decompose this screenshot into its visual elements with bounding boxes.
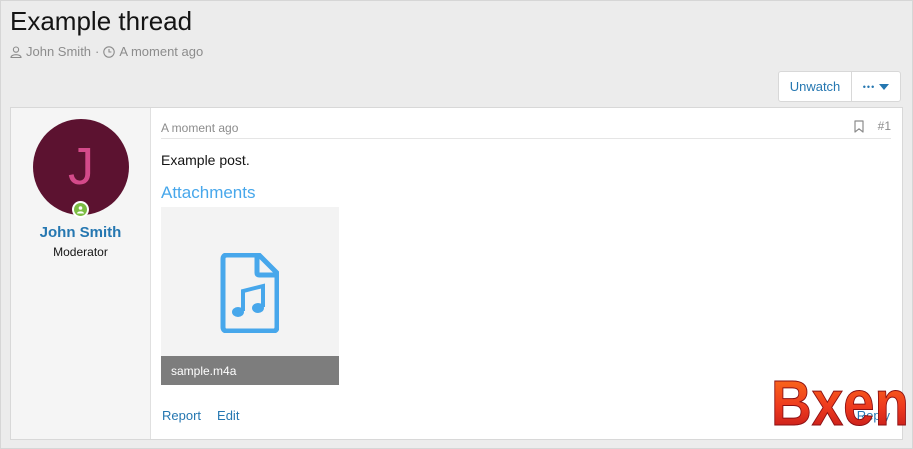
- thread-actions: Unwatch •••: [778, 71, 901, 102]
- post-user-cell: J John Smith Moderator: [11, 108, 151, 439]
- post-actions: Report Edit: [162, 408, 239, 423]
- attachments-heading: Attachments: [161, 183, 256, 202]
- bookmark-icon[interactable]: [854, 119, 864, 133]
- meta-separator: ·: [95, 44, 100, 59]
- online-status-badge: [72, 201, 89, 218]
- post-body: Example post.: [161, 152, 250, 168]
- avatar-letter: J: [68, 138, 94, 196]
- username[interactable]: John Smith: [11, 224, 150, 241]
- post: J John Smith Moderator A moment ago #1 E…: [10, 107, 903, 440]
- attachment-filename[interactable]: sample.m4a: [161, 356, 339, 385]
- post-header-divider: [161, 138, 891, 139]
- edit-link[interactable]: Edit: [217, 408, 239, 423]
- audio-file-icon: [220, 253, 279, 333]
- thread-time[interactable]: A moment ago: [119, 44, 203, 59]
- more-options-button[interactable]: •••: [852, 72, 900, 101]
- watermark-logo: Bxen: [771, 367, 910, 440]
- report-link[interactable]: Report: [162, 408, 201, 423]
- post-number[interactable]: #1: [878, 119, 891, 133]
- attachment-thumbnail[interactable]: sample.m4a: [161, 207, 339, 385]
- unwatch-button[interactable]: Unwatch: [779, 72, 852, 101]
- post-date[interactable]: A moment ago: [161, 121, 238, 135]
- post-header-actions: #1: [854, 119, 891, 133]
- watermark-text: Bxen: [771, 367, 909, 439]
- thread-meta: John Smith · A moment ago: [10, 44, 203, 59]
- thread-title: Example thread: [10, 6, 193, 36]
- caret-down-icon: [879, 83, 890, 90]
- user-title: Moderator: [53, 245, 108, 259]
- user-icon: [10, 45, 22, 58]
- online-user-icon: [77, 206, 84, 214]
- clock-icon: [103, 45, 116, 58]
- thread-author[interactable]: John Smith: [26, 44, 91, 59]
- more-options-label: •••: [862, 81, 876, 92]
